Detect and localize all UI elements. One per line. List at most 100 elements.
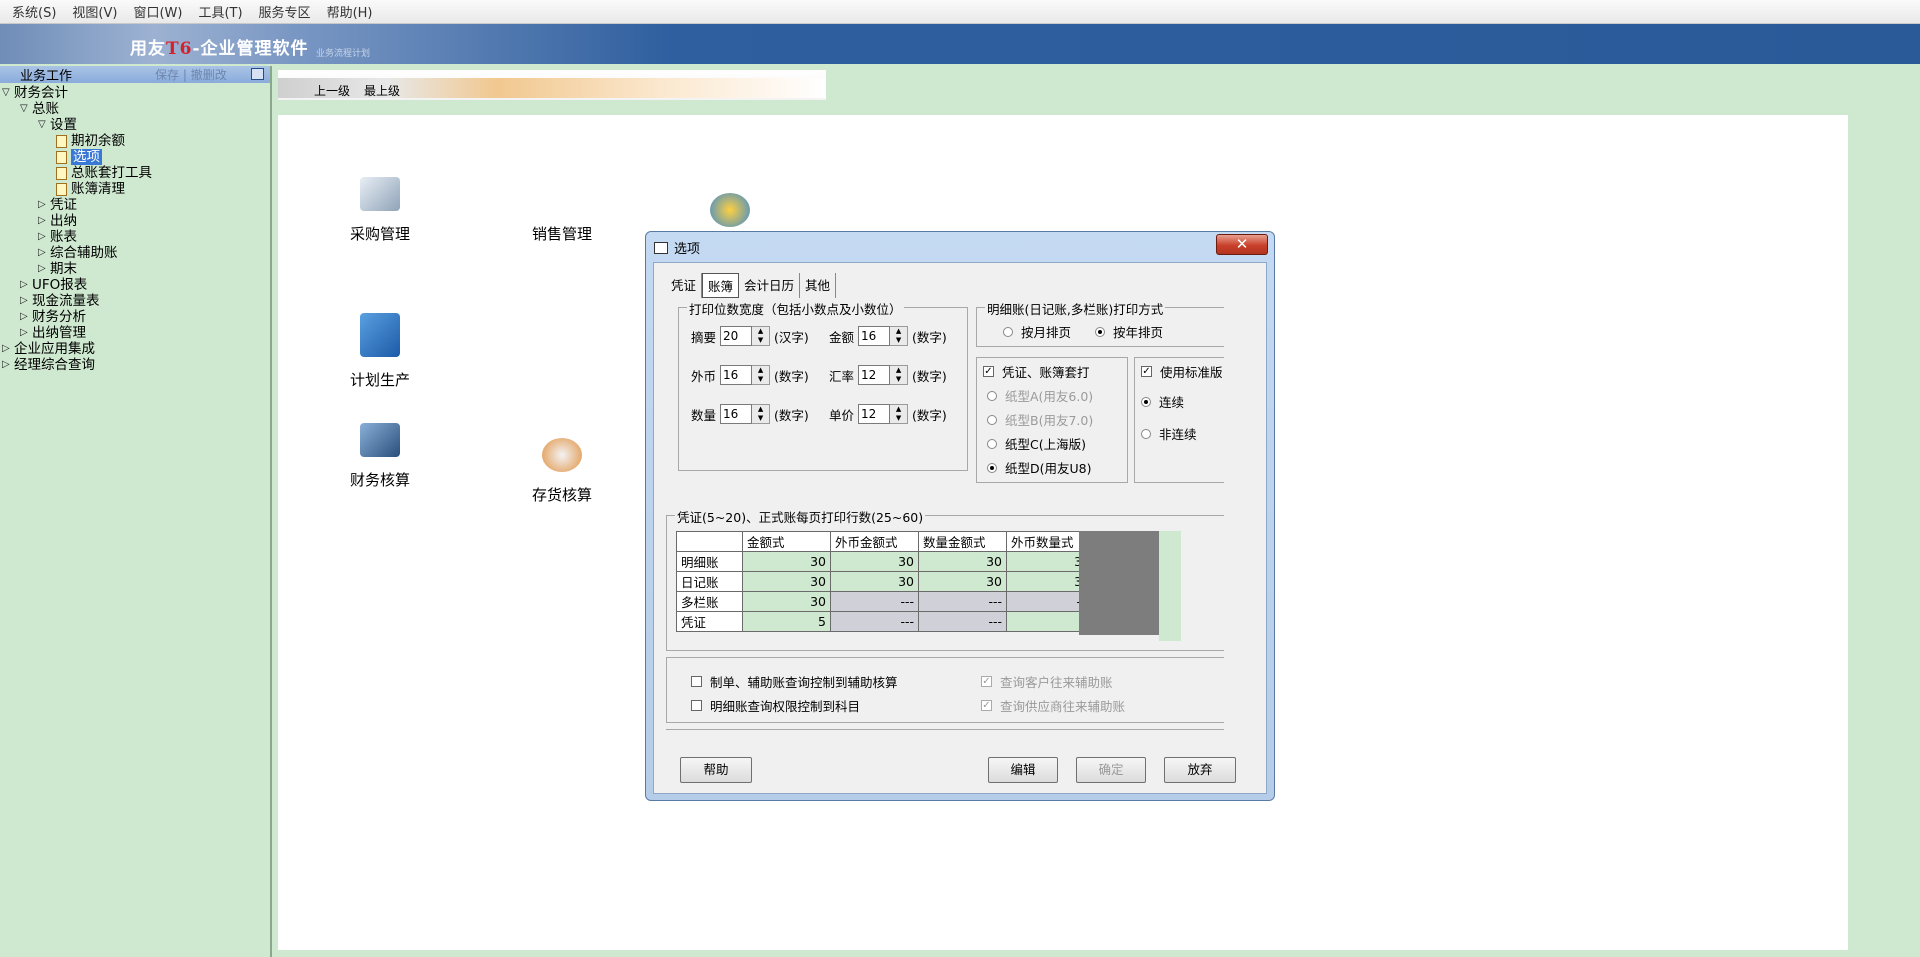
table-cell[interactable]: 30	[918, 551, 1007, 572]
collapsed-arrow-icon[interactable]: ▷	[38, 261, 50, 277]
tree-item[interactable]: ▷ 账表	[38, 229, 77, 245]
paper-option[interactable]: 纸型B(用友7.0)	[987, 410, 1093, 429]
width-value-input[interactable]: 12	[858, 404, 891, 424]
check-supplier-aux[interactable]: ✓ 查询供应商往来辅助账	[981, 696, 1125, 715]
menu-tools[interactable]: 工具(T)	[190, 2, 250, 21]
collapsed-arrow-icon[interactable]: ▷	[2, 357, 14, 373]
customer-aux-checkbox[interactable]: ✓	[981, 676, 992, 687]
expanded-arrow-icon[interactable]: ▽	[20, 101, 32, 117]
tab-calendar[interactable]: 会计日历	[739, 273, 801, 298]
tree-item[interactable]: ▽ 设置	[38, 117, 77, 133]
width-stepper[interactable]: 16 ▲ ▼	[720, 404, 771, 424]
tab-ledger[interactable]: 账簿	[702, 273, 740, 298]
table-cell[interactable]: 5	[742, 611, 831, 632]
check-detail-permission[interactable]: 明细账查询权限控制到科目	[691, 696, 860, 715]
paper-radio[interactable]	[987, 438, 997, 449]
expanded-arrow-icon[interactable]: ▽	[2, 85, 14, 101]
spin-arrows-icon[interactable]: ▲ ▼	[890, 404, 909, 424]
noncontinuous-radio[interactable]	[1141, 428, 1151, 439]
tree-item[interactable]: ▽ 财务会计	[2, 85, 68, 101]
width-value-input[interactable]: 16	[858, 326, 891, 346]
table-cell[interactable]: 30	[742, 551, 831, 572]
table-cell[interactable]: 30	[742, 591, 831, 612]
nav-top-link[interactable]: 最上级	[364, 82, 400, 99]
nav-up-link[interactable]: 上一级	[314, 82, 350, 99]
print-year-radio[interactable]	[1095, 326, 1105, 337]
width-value-input[interactable]: 16	[720, 365, 753, 385]
menu-service[interactable]: 服务专区	[251, 2, 319, 21]
tree-item[interactable]: ▷ 期末	[38, 261, 77, 277]
tree-item[interactable]: 总账套打工具	[56, 165, 152, 181]
menu-view[interactable]: 视图(V)	[64, 2, 125, 21]
tree-item[interactable]: ▷ 出纳	[38, 213, 77, 229]
spin-arrows-icon[interactable]: ▲ ▼	[752, 326, 771, 346]
collapsed-arrow-icon[interactable]: ▷	[38, 229, 50, 245]
cancel-button[interactable]: 放弃	[1164, 757, 1236, 783]
tree-item[interactable]: 账簿清理	[56, 181, 125, 197]
tree-item[interactable]: ▷ 企业应用集成	[2, 341, 95, 357]
print-month-option[interactable]: 按月排页	[1003, 322, 1071, 341]
tree-item[interactable]: ▷ UFO报表	[20, 277, 87, 293]
menu-help[interactable]: 帮助(H)	[319, 2, 381, 21]
width-stepper[interactable]: 12 ▲ ▼	[858, 404, 909, 424]
spin-arrows-icon[interactable]: ▲ ▼	[752, 365, 771, 385]
width-stepper[interactable]: 16 ▲ ▼	[858, 326, 909, 346]
tab-other[interactable]: 其他	[800, 273, 837, 298]
tree-item[interactable]: ▷ 现金流量表	[20, 293, 100, 309]
tab-voucher[interactable]: 凭证	[666, 273, 703, 298]
module-purchase[interactable]: 采购管理	[350, 177, 410, 244]
width-value-input[interactable]: 16	[720, 404, 753, 424]
save-link[interactable]: 保存	[155, 68, 179, 82]
tree-item[interactable]: ▽ 总账	[20, 101, 59, 117]
spin-arrows-icon[interactable]: ▲ ▼	[890, 326, 909, 346]
tree-item[interactable]: ▷ 经理综合查询	[2, 357, 95, 373]
supplier-aux-checkbox[interactable]: ✓	[981, 700, 992, 711]
close-button[interactable]: ✕	[1216, 234, 1268, 255]
paper-option[interactable]: 纸型D(用友U8)	[987, 458, 1091, 477]
spin-arrows-icon[interactable]: ▲ ▼	[752, 404, 771, 424]
collapsed-arrow-icon[interactable]: ▷	[20, 325, 32, 341]
module-sales[interactable]: 销售管理	[532, 177, 592, 244]
table-cell[interactable]: 30	[742, 571, 831, 592]
pin-icon[interactable]	[251, 68, 264, 80]
module-finance[interactable]: 财务核算	[350, 423, 410, 490]
standard-option[interactable]: ✓ 使用标准版	[1141, 362, 1223, 381]
continuous-option[interactable]: 连续	[1141, 392, 1184, 411]
collapsed-arrow-icon[interactable]: ▷	[38, 197, 50, 213]
collapsed-arrow-icon[interactable]: ▷	[38, 245, 50, 261]
tree-item[interactable]: ▷ 综合辅助账	[38, 245, 118, 261]
menu-window[interactable]: 窗口(W)	[125, 2, 190, 21]
table-cell[interactable]: 30	[830, 571, 919, 592]
width-value-input[interactable]: 12	[858, 365, 891, 385]
grid-scroll-area[interactable]	[1159, 531, 1181, 641]
paper-radio[interactable]	[987, 390, 997, 401]
tree-item[interactable]: ▷ 出纳管理	[20, 325, 86, 341]
tree-item[interactable]: 选项	[56, 149, 102, 165]
check-aux-control[interactable]: 制单、辅助账查询控制到辅助核算	[691, 672, 898, 691]
collapsed-arrow-icon[interactable]: ▷	[2, 341, 14, 357]
setprint-option[interactable]: ✓ 凭证、账簿套打	[983, 362, 1090, 381]
width-stepper[interactable]: 20 ▲ ▼	[720, 326, 771, 346]
tree-item[interactable]: ▷ 凭证	[38, 197, 77, 213]
print-month-radio[interactable]	[1003, 326, 1013, 337]
collapsed-arrow-icon[interactable]: ▷	[20, 277, 32, 293]
check-customer-aux[interactable]: ✓ 查询客户往来辅助账	[981, 672, 1113, 691]
paper-radio[interactable]	[987, 414, 997, 425]
print-year-option[interactable]: 按年排页	[1095, 322, 1163, 341]
paper-option[interactable]: 纸型C(上海版)	[987, 434, 1086, 453]
tree-item[interactable]: 期初余额	[56, 133, 125, 149]
width-stepper[interactable]: 12 ▲ ▼	[858, 365, 909, 385]
collapsed-arrow-icon[interactable]: ▷	[38, 213, 50, 229]
width-stepper[interactable]: 16 ▲ ▼	[720, 365, 771, 385]
paper-option[interactable]: 纸型A(用友6.0)	[987, 386, 1093, 405]
help-button[interactable]: 帮助	[680, 757, 752, 783]
module-plan[interactable]: 计划生产	[350, 313, 410, 390]
noncontinuous-option[interactable]: 非连续	[1141, 424, 1197, 443]
undo-link[interactable]: 撤删改	[191, 68, 227, 82]
standard-checkbox[interactable]: ✓	[1141, 366, 1152, 377]
spin-arrows-icon[interactable]: ▲ ▼	[890, 365, 909, 385]
aux-control-checkbox[interactable]	[691, 676, 702, 687]
module-inventory[interactable]: 存货核算	[532, 438, 592, 505]
collapsed-arrow-icon[interactable]: ▷	[20, 293, 32, 309]
table-cell[interactable]: 30	[830, 551, 919, 572]
